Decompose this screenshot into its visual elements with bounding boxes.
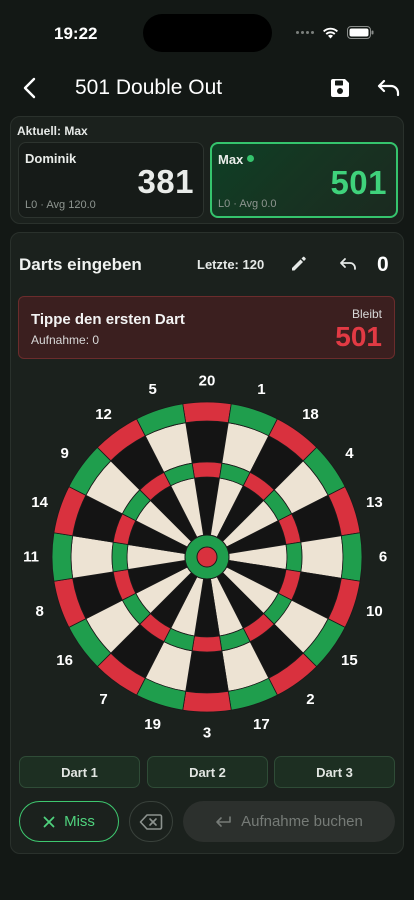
miss-label: Miss [64,813,95,830]
double-11[interactable] [51,532,74,582]
book-turn-label: Aufnahme buchen [241,813,363,830]
board-number-19: 19 [144,716,161,733]
bullseye[interactable] [196,546,218,568]
double-6[interactable] [340,532,363,582]
page-title: 501 Double Out [75,76,223,99]
remaining-score: 501 [335,321,382,352]
backspace-icon [139,813,163,830]
double-3[interactable] [182,690,232,713]
back-button[interactable] [16,74,44,102]
backspace-button[interactable] [129,801,173,842]
undo-icon [340,258,356,270]
save-button[interactable] [328,76,352,100]
board-number-8: 8 [35,603,43,620]
save-icon [331,79,349,97]
single-outer-11[interactable] [70,535,114,579]
remaining-label: Bleibt [351,307,382,321]
prompt-box: Tippe den ersten Dart Aufnahme: 0 Bleibt… [18,296,395,359]
player-score: 381 [137,163,194,200]
board-number-3: 3 [203,725,211,742]
player-name: Dominik [25,151,77,166]
battery-icon [347,26,374,39]
return-icon [216,815,231,827]
chevron-left-icon [23,77,36,99]
board-number-18: 18 [302,406,319,423]
wifi-icon [323,27,338,38]
board-number-5: 5 [148,381,156,398]
throw-count: 0 [377,253,389,276]
status-time: 19:22 [54,24,98,43]
player-stats: L0 · Avg 0.0 [218,198,277,210]
prompt-subtitle: Aufnahme: 0 [31,333,100,347]
triple-20[interactable] [191,461,223,479]
triple-11[interactable] [111,541,129,573]
board-number-2: 2 [306,691,314,708]
signal-icon [296,31,314,34]
board-number-7: 7 [99,691,107,708]
player-stats: L0 · Avg 120.0 [25,199,96,211]
current-player-label: Aktuell: Max [17,124,88,138]
pencil-icon [292,256,306,271]
dart-slot-3[interactable]: Dart 3 [274,756,395,788]
board-number-13: 13 [366,494,383,511]
board-number-15: 15 [341,652,358,669]
undo-dart-button[interactable] [339,257,357,271]
triple-6[interactable] [285,541,303,573]
section-title: Darts eingeben [19,255,142,274]
undo-icon [377,79,400,97]
single-outer-3[interactable] [185,650,229,694]
dartboard[interactable]: 20 1 18 4 13 6 10 15 2 17 3 19 7 16 8 11 14 9 12 5 [18,368,396,746]
prompt-title: Tippe den ersten Dart [31,311,185,328]
board-number-9: 9 [60,445,68,462]
single-outer-20[interactable] [185,420,229,464]
player-card-dominik[interactable]: Dominik 381 L0 · Avg 120.0 [18,142,204,218]
board-number-16: 16 [56,652,73,669]
board-number-17: 17 [253,716,270,733]
board-number-14: 14 [31,494,48,511]
single-outer-6[interactable] [300,535,344,579]
status-indicators [296,26,374,39]
player-score: 501 [330,164,387,201]
player-name: Max [218,152,244,167]
player-card-max[interactable]: Max 501 L0 · Avg 0.0 [210,142,398,218]
triple-3[interactable] [191,635,223,653]
board-number-20: 20 [199,373,216,390]
board-number-1: 1 [257,381,265,398]
book-turn-button[interactable]: Aufnahme buchen [183,801,395,842]
miss-button[interactable]: Miss [19,801,119,842]
close-icon [43,816,55,827]
undo-button[interactable] [376,77,402,99]
dart-slot-1[interactable]: Dart 1 [19,756,140,788]
double-20[interactable] [182,401,232,424]
board-number-6: 6 [379,549,387,566]
board-number-12: 12 [95,406,112,423]
dart-slot-2[interactable]: Dart 2 [147,756,268,788]
board-number-4: 4 [345,445,354,462]
edit-button[interactable] [289,255,307,273]
board-number-10: 10 [366,603,383,620]
board-number-11: 11 [23,549,39,566]
last-score-label: Letzte: 120 [197,257,265,272]
dynamic-island [143,14,272,52]
active-indicator-dot [247,155,255,163]
